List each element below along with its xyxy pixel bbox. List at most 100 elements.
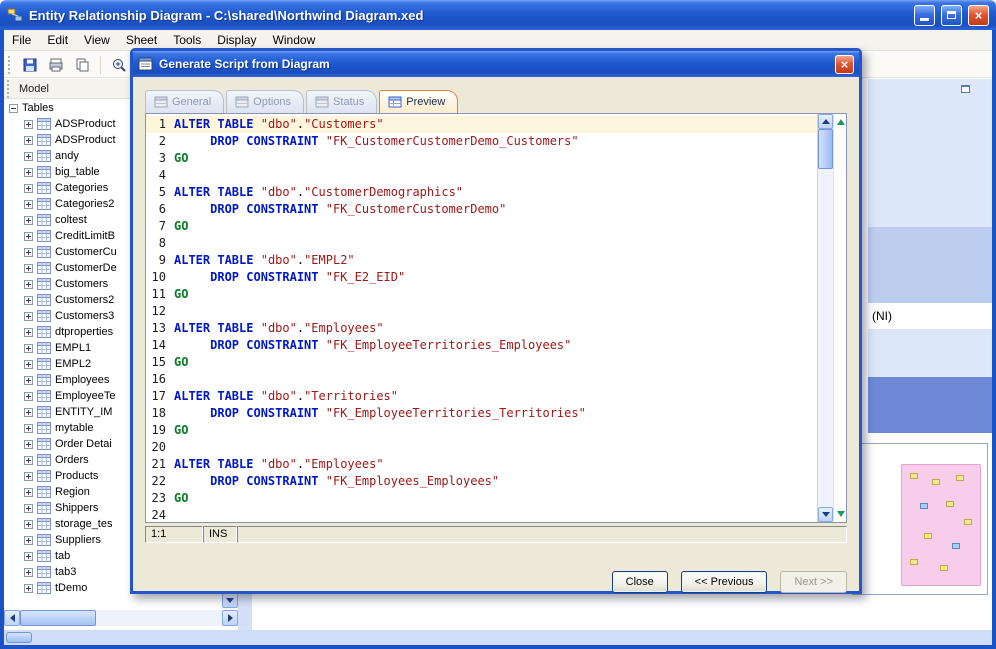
- expand-icon[interactable]: [24, 151, 33, 161]
- expand-icon[interactable]: [24, 215, 33, 225]
- export-button[interactable]: [71, 54, 93, 76]
- window-border-left: [0, 30, 4, 649]
- tab-general[interactable]: General: [145, 90, 225, 113]
- menu-view[interactable]: View: [76, 30, 118, 50]
- zoom-in-button[interactable]: [108, 54, 130, 76]
- tab-options[interactable]: Options: [226, 90, 305, 113]
- dialog-titlebar[interactable]: Generate Script from Diagram ×: [133, 51, 859, 77]
- menu-tools[interactable]: Tools: [165, 30, 209, 50]
- bottom-scroll-thumb[interactable]: [6, 632, 32, 643]
- table-icon: [37, 134, 51, 146]
- tree-item-label: Employees: [55, 374, 110, 386]
- table-icon: [37, 214, 51, 226]
- toolbar-separator: [100, 55, 101, 74]
- expand-icon[interactable]: [24, 423, 33, 433]
- window-titlebar[interactable]: Entity Relationship Diagram - C:\shared\…: [0, 0, 996, 30]
- line-number: 2: [158, 134, 166, 148]
- expand-icon[interactable]: [24, 327, 33, 337]
- expand-icon[interactable]: [24, 295, 33, 305]
- tab-preview[interactable]: Preview: [379, 90, 459, 113]
- expand-icon[interactable]: [24, 503, 33, 513]
- expand-icon[interactable]: [24, 439, 33, 449]
- close-button[interactable]: ×: [968, 4, 989, 26]
- menu-display[interactable]: Display: [209, 30, 264, 50]
- scroll-left-button[interactable]: [4, 610, 20, 626]
- expand-icon[interactable]: [24, 231, 33, 241]
- close-button[interactable]: Close: [611, 571, 668, 593]
- hscroll-track[interactable]: [96, 610, 222, 626]
- window-border-right: [992, 30, 996, 649]
- expand-icon[interactable]: [24, 375, 33, 385]
- panel-title: Model: [19, 82, 49, 95]
- menu-sheet[interactable]: Sheet: [118, 30, 165, 50]
- expand-icon[interactable]: [24, 359, 33, 369]
- code-line: 15 GO: [146, 354, 817, 371]
- expand-icon[interactable]: [24, 583, 33, 593]
- child-restore-icon[interactable]: [961, 85, 970, 93]
- previous-button[interactable]: << Previous: [680, 571, 768, 593]
- hscroll-thumb[interactable]: [20, 610, 96, 626]
- line-number: 14: [151, 338, 166, 352]
- scroll-up-button[interactable]: [818, 114, 833, 129]
- tab-icon: [235, 96, 249, 108]
- scroll-right-button[interactable]: [222, 610, 238, 626]
- bottom-scroll-strip[interactable]: [4, 630, 992, 645]
- expand-icon[interactable]: [24, 487, 33, 497]
- expand-icon[interactable]: [24, 279, 33, 289]
- collapse-icon[interactable]: [9, 103, 18, 113]
- expand-icon[interactable]: [24, 135, 33, 145]
- marker-up-icon: [837, 119, 845, 125]
- overview-window[interactable]: [852, 443, 988, 595]
- expand-icon[interactable]: [24, 535, 33, 545]
- minimize-button[interactable]: [914, 4, 935, 26]
- tab-status[interactable]: Status: [306, 90, 378, 113]
- menu-window[interactable]: Window: [265, 30, 324, 50]
- code-line: 22 DROP CONSTRAINT "FK_Employees_Employe…: [146, 473, 817, 490]
- line-number: 24: [151, 508, 166, 522]
- expand-icon[interactable]: [24, 119, 33, 129]
- scroll-down-button[interactable]: [818, 507, 833, 522]
- window-title: Entity Relationship Diagram - C:\shared\…: [29, 7, 424, 23]
- expand-icon[interactable]: [24, 391, 33, 401]
- line-number: 17: [151, 389, 166, 403]
- restore-button[interactable]: [941, 4, 962, 26]
- expand-icon[interactable]: [24, 167, 33, 177]
- next-button[interactable]: Next >>: [780, 571, 847, 593]
- table-icon: [37, 262, 51, 274]
- line-number: 7: [158, 219, 166, 233]
- application-window: Entity Relationship Diagram - C:\shared\…: [0, 0, 996, 649]
- tree-horizontal-scrollbar[interactable]: [4, 610, 238, 626]
- expand-icon[interactable]: [24, 311, 33, 321]
- expand-icon[interactable]: [24, 247, 33, 257]
- dialog-close-button[interactable]: ×: [835, 54, 854, 74]
- table-icon: [37, 118, 51, 130]
- tab-label: Status: [333, 96, 365, 108]
- menu-file[interactable]: File: [4, 30, 39, 50]
- scroll-thumb[interactable]: [818, 129, 833, 169]
- expand-icon[interactable]: [24, 567, 33, 577]
- tree-item-label: Customers: [55, 278, 109, 290]
- expand-icon[interactable]: [24, 455, 33, 465]
- code-line: 9 ALTER TABLE "dbo"."EMPL2": [146, 252, 817, 269]
- panel-grip: [7, 79, 11, 98]
- diagram-region: [868, 377, 992, 433]
- expand-icon[interactable]: [24, 199, 33, 209]
- editor-statusbar: 1:1 INS: [145, 526, 847, 543]
- expand-icon[interactable]: [24, 471, 33, 481]
- save-button[interactable]: [19, 54, 41, 76]
- line-number: 3: [158, 151, 166, 165]
- line-number: 13: [151, 321, 166, 335]
- sql-preview-editor[interactable]: 1 ALTER TABLE "dbo"."Customers" 2 DROP CON…: [145, 113, 847, 523]
- print-button[interactable]: [45, 54, 67, 76]
- editor-scrollbar[interactable]: [817, 114, 833, 522]
- scroll-track[interactable]: [818, 169, 833, 507]
- expand-icon[interactable]: [24, 551, 33, 561]
- code-lines: 1 ALTER TABLE "dbo"."Customers" 2 DROP CON…: [146, 114, 817, 522]
- expand-icon[interactable]: [24, 519, 33, 529]
- expand-icon[interactable]: [24, 343, 33, 353]
- line-number: 22: [151, 474, 166, 488]
- expand-icon[interactable]: [24, 183, 33, 193]
- expand-icon[interactable]: [24, 407, 33, 417]
- expand-icon[interactable]: [24, 263, 33, 273]
- menu-edit[interactable]: Edit: [39, 30, 76, 50]
